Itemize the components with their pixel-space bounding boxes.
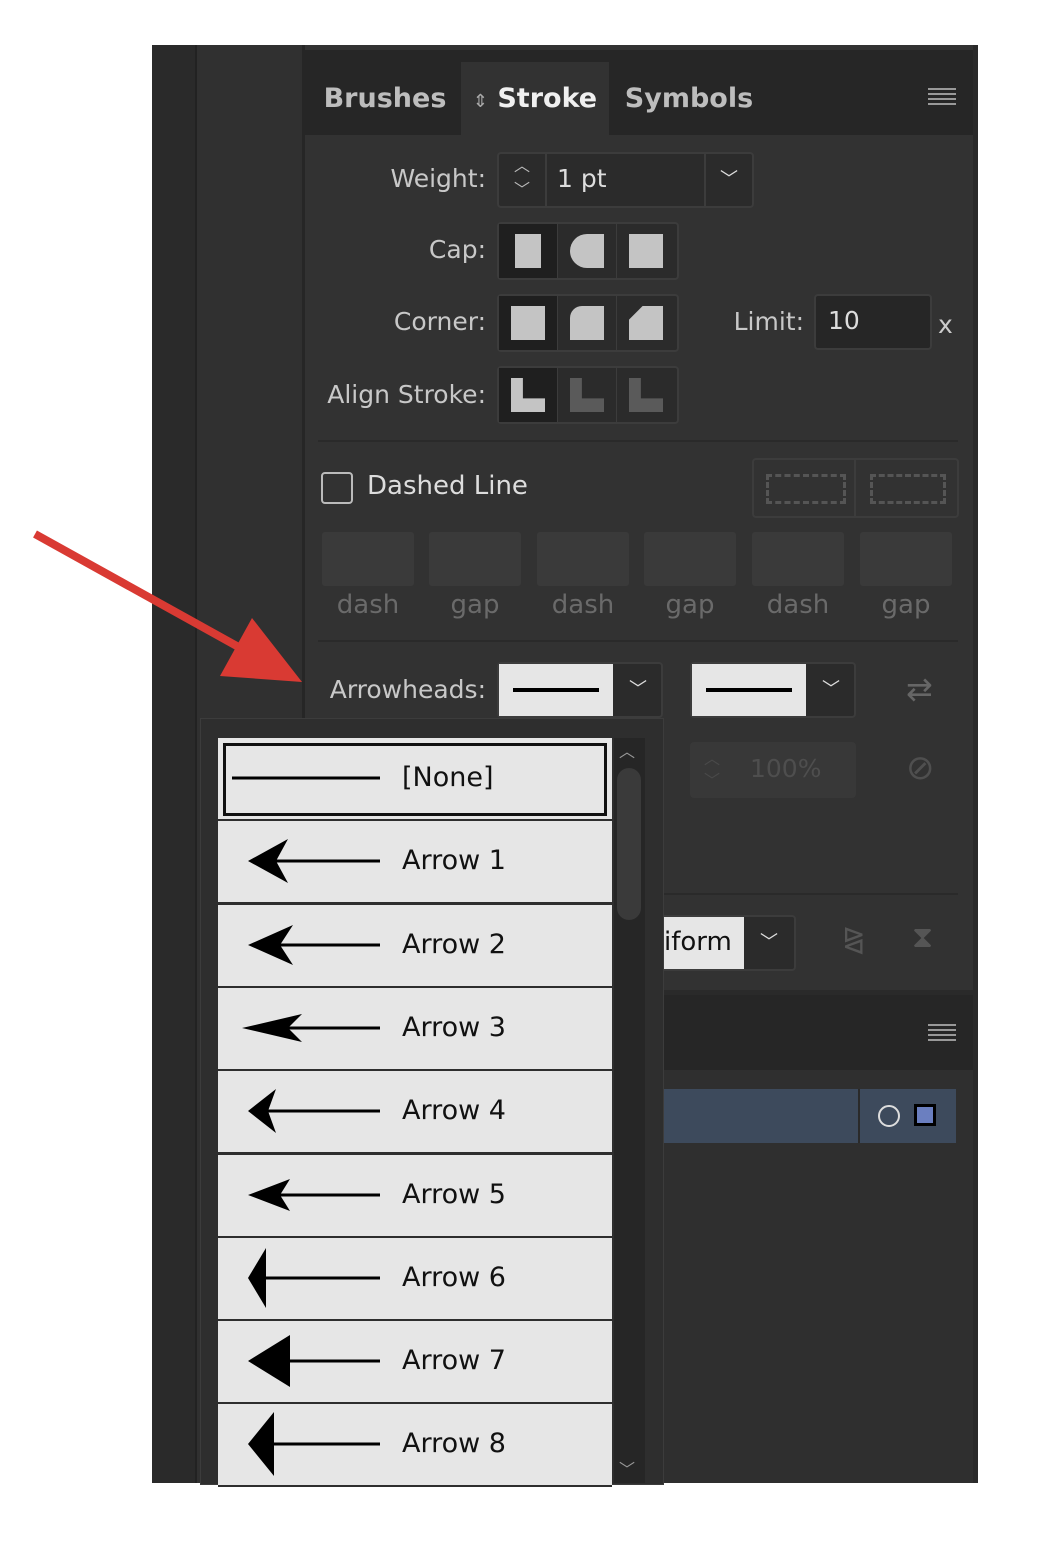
red-annotation-arrow [33, 530, 302, 682]
